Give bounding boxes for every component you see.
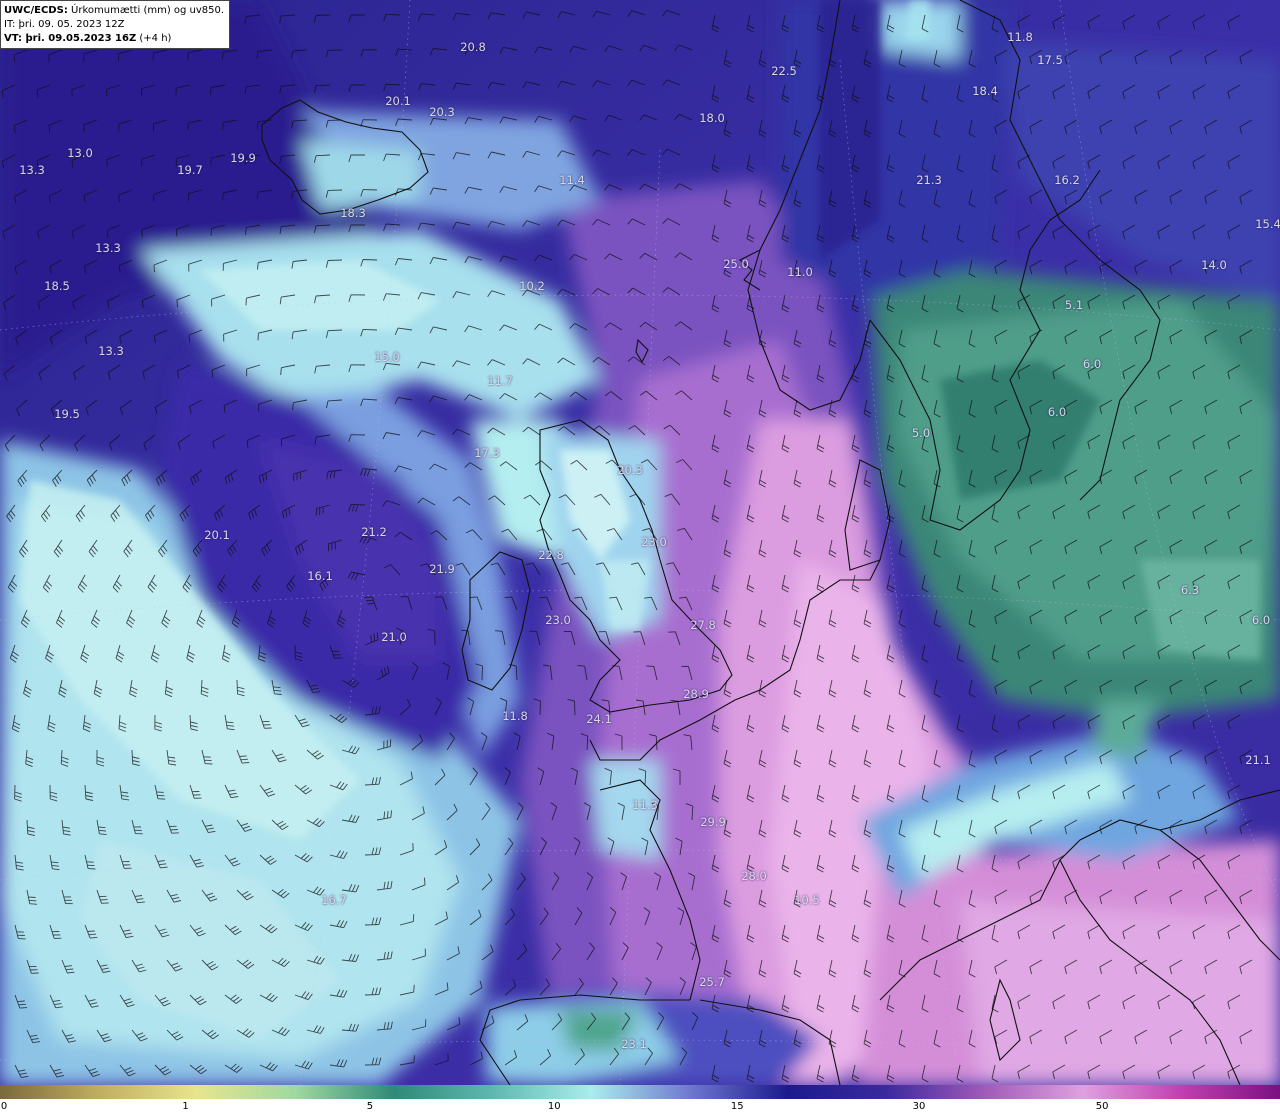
init-time: IT: þri. 09. 05. 2023 12Z — [4, 19, 125, 30]
value-label: 21.9 — [429, 562, 455, 576]
value-label: 18.4 — [972, 84, 998, 98]
value-label: 6.0 — [1047, 405, 1067, 419]
value-label: 20.3 — [617, 463, 643, 477]
value-label: 19.9 — [230, 151, 256, 165]
value-label: 21.1 — [1245, 753, 1271, 767]
lead-time: (+4 h) — [139, 33, 172, 44]
value-label: 28.9 — [683, 687, 709, 701]
value-label: 23.0 — [545, 613, 571, 627]
value-label: 16.7 — [321, 893, 347, 907]
value-label: 13.3 — [19, 163, 45, 177]
valid-time: VT: þri. 09.05.2023 16Z — [4, 33, 137, 44]
weather-map: UWC/ECDS: Úrkomumætti (mm) og uv850. IT:… — [0, 0, 1280, 1085]
value-label: 5.0 — [911, 426, 931, 440]
legend-tick: 5 — [366, 1101, 374, 1112]
value-label: 17.3 — [474, 446, 500, 460]
value-label: 18.3 — [340, 206, 366, 220]
value-label: 21.3 — [916, 173, 942, 187]
value-label: 14.0 — [1201, 258, 1227, 272]
legend-tick: 50 — [1095, 1101, 1109, 1112]
value-label: 15.4 — [1255, 217, 1280, 231]
value-label: 27.8 — [690, 618, 716, 632]
value-label: 25.7 — [699, 975, 725, 989]
value-label: 16.1 — [307, 569, 333, 583]
color-legend-strip — [0, 1085, 1280, 1099]
value-label: 13.3 — [98, 344, 124, 358]
value-label: 11.0 — [787, 265, 813, 279]
value-label: 29.9 — [700, 815, 726, 829]
value-label: 15.0 — [374, 350, 400, 364]
info-box: UWC/ECDS: Úrkomumætti (mm) og uv850. IT:… — [0, 0, 231, 49]
value-label: 21.2 — [361, 525, 387, 539]
legend-tick: 1 — [182, 1101, 189, 1112]
value-label: 13.3 — [95, 241, 121, 255]
value-label: 25.0 — [723, 257, 749, 271]
value-label: 24.1 — [586, 712, 612, 726]
value-label: 22.5 — [771, 64, 797, 78]
value-label: 20.1 — [385, 94, 411, 108]
value-label: 18.5 — [44, 279, 70, 293]
value-label: 13.0 — [67, 146, 93, 160]
value-label: 22.8 — [538, 548, 564, 562]
value-label: 17.5 — [1037, 53, 1063, 67]
color-legend: 0 1 5 10 15 30 50 — [0, 1085, 1280, 1115]
value-label: 11.3 — [632, 798, 658, 812]
value-label: 11.4 — [559, 173, 585, 187]
value-label: 28.0 — [741, 869, 767, 883]
value-label: 6.0 — [1251, 613, 1271, 627]
value-label: 20.1 — [204, 528, 230, 542]
model-name: UWC/ECDS: — [4, 5, 68, 16]
value-label: 10.5 — [794, 893, 820, 907]
legend-tick: 10 — [547, 1101, 561, 1112]
legend-tick: 30 — [912, 1101, 926, 1112]
legend-tick: 0 — [0, 1101, 8, 1112]
value-label: 16.2 — [1054, 173, 1080, 187]
value-label: 11.8 — [502, 709, 528, 723]
value-label: 23.1 — [621, 1037, 647, 1051]
value-label: 11.8 — [1007, 30, 1033, 44]
value-label: 20.8 — [460, 40, 486, 54]
legend-tick: 15 — [730, 1101, 744, 1112]
value-label: 21.0 — [381, 630, 407, 644]
value-label: 18.0 — [699, 111, 725, 125]
parameter-name: Úrkomumætti (mm) og uv850. — [71, 5, 225, 16]
value-label: 5.1 — [1064, 298, 1084, 312]
value-label: 6.3 — [1180, 583, 1200, 597]
value-label: 6.0 — [1082, 357, 1102, 371]
value-label: 20.3 — [429, 105, 455, 119]
value-label: 19.5 — [54, 407, 80, 421]
value-label: 10.2 — [519, 279, 545, 293]
value-label: 23.0 — [641, 535, 667, 549]
value-label: 19.7 — [177, 163, 203, 177]
value-label: 11.7 — [487, 374, 513, 388]
